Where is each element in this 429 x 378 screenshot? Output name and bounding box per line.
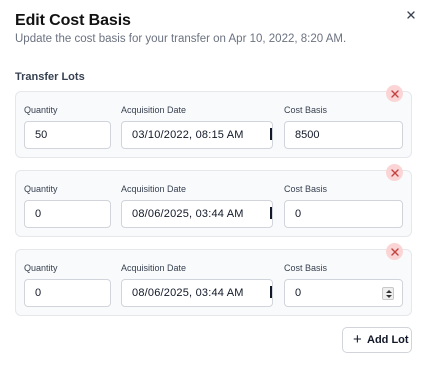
number-spinner[interactable] (382, 287, 394, 300)
calendar-icon[interactable] (270, 286, 272, 298)
cost-basis-label: Cost Basis (284, 184, 328, 194)
edit-cost-basis-dialog: Edit Cost Basis Update the cost basis fo… (0, 0, 429, 378)
close-button[interactable] (402, 6, 420, 24)
transfer-lots-label: Transfer Lots (15, 71, 85, 83)
cost-basis-input[interactable]: 0 (284, 200, 403, 228)
quantity-label: Quantity (24, 263, 58, 273)
acquisition-date-value: 08/06/2025, 03:44 AM (132, 287, 244, 299)
lot-row: Quantity Acquisition Date Cost Basis 50 … (15, 91, 412, 158)
cost-basis-value: 0 (295, 287, 302, 299)
lot-row: Quantity Acquisition Date Cost Basis 0 0… (15, 249, 412, 316)
quantity-label: Quantity (24, 184, 58, 194)
cost-basis-label: Cost Basis (284, 263, 328, 273)
add-lot-button[interactable]: + Add Lot (342, 327, 412, 353)
acquisition-date-label: Acquisition Date (121, 263, 187, 273)
add-lot-label: Add Lot (367, 334, 409, 346)
acquisition-date-value: 08/06/2025, 03:44 AM (132, 208, 244, 220)
quantity-input[interactable]: 0 (24, 279, 111, 307)
lot-row: Quantity Acquisition Date Cost Basis 0 0… (15, 170, 412, 237)
cost-basis-label: Cost Basis (284, 105, 328, 115)
remove-lot-icon (390, 89, 399, 98)
remove-lot-button[interactable] (386, 85, 403, 102)
cost-basis-input[interactable]: 0 (284, 279, 403, 307)
cost-basis-input[interactable]: 8500 (284, 121, 403, 149)
quantity-input[interactable]: 50 (24, 121, 111, 149)
calendar-icon[interactable] (270, 128, 272, 140)
increment-arrow-icon[interactable] (385, 290, 392, 293)
dialog-subtitle: Update the cost basis for your transfer … (15, 33, 347, 45)
close-icon (407, 11, 415, 19)
quantity-label: Quantity (24, 105, 58, 115)
acquisition-date-input[interactable]: 08/06/2025, 03:44 AM (121, 200, 273, 228)
acquisition-date-input[interactable]: 03/10/2022, 08:15 AM (121, 121, 273, 149)
plus-icon: + (353, 331, 362, 348)
calendar-icon[interactable] (270, 207, 272, 219)
quantity-input[interactable]: 0 (24, 200, 111, 228)
remove-lot-icon (390, 168, 399, 177)
remove-lot-icon (390, 247, 399, 256)
acquisition-date-label: Acquisition Date (121, 105, 187, 115)
remove-lot-button[interactable] (386, 243, 403, 260)
acquisition-date-label: Acquisition Date (121, 184, 187, 194)
acquisition-date-value: 03/10/2022, 08:15 AM (132, 129, 244, 141)
remove-lot-button[interactable] (386, 164, 403, 181)
acquisition-date-input[interactable]: 08/06/2025, 03:44 AM (121, 279, 273, 307)
decrement-arrow-icon[interactable] (385, 295, 392, 298)
dialog-title: Edit Cost Basis (15, 12, 131, 29)
